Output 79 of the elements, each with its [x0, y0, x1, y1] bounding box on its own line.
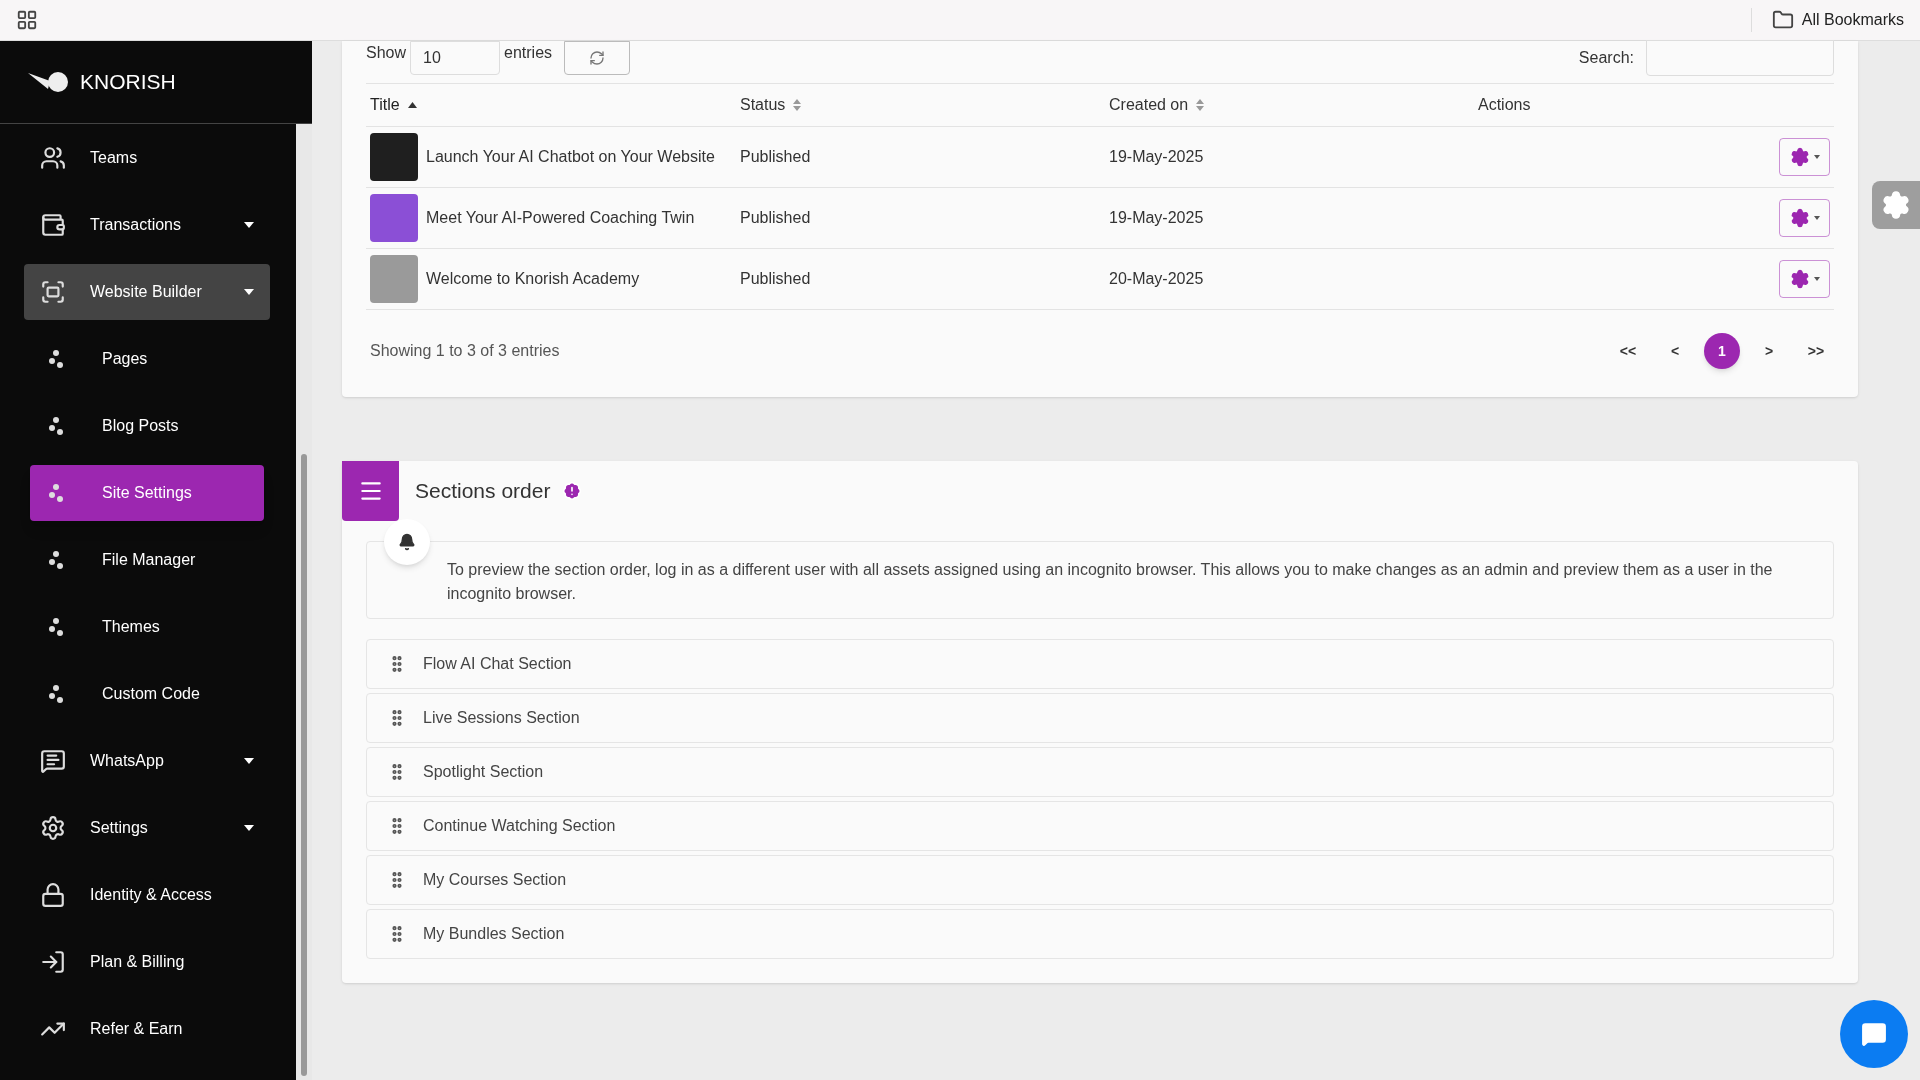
scrollbar-thumb[interactable] — [301, 454, 307, 1076]
pagination-button[interactable]: > — [1751, 333, 1787, 369]
sidebar-item[interactable]: Plan & Billing — [24, 933, 270, 990]
column-header[interactable]: Actions — [1478, 93, 1531, 117]
sidebar-item[interactable]: Settings — [24, 799, 270, 856]
wing-logo-icon — [28, 69, 68, 95]
page-length-field[interactable]: 10 — [410, 41, 501, 75]
column-header[interactable]: Title — [370, 93, 417, 117]
actions-dropdown-button[interactable] — [1779, 260, 1830, 298]
apps-grid-icon[interactable] — [16, 9, 38, 31]
table-cell-text: 19-May-2025 — [1109, 147, 1205, 167]
table-cell-text: 19-May-2025 — [1109, 208, 1205, 228]
bell-icon — [398, 533, 416, 551]
sidebar-item[interactable]: Refer & Earn — [24, 1000, 270, 1057]
actions-dropdown-button[interactable] — [1779, 138, 1830, 176]
sidebar-item[interactable]: WhatsApp — [24, 732, 270, 789]
dots-icon — [48, 415, 66, 436]
section-row[interactable]: Continue Watching Section — [366, 801, 1834, 851]
chat-icon — [40, 747, 66, 774]
pagination-button[interactable]: >> — [1798, 333, 1834, 369]
section-row[interactable]: Spotlight Section — [366, 747, 1834, 797]
table-cell-text: 20-May-2025 — [1109, 269, 1205, 289]
caret-icon — [1813, 277, 1820, 281]
sidebar-subitem[interactable]: Pages — [30, 330, 264, 387]
all-bookmarks-button[interactable]: All Bookmarks — [1771, 8, 1904, 32]
dots-icon — [48, 348, 66, 369]
actions-dropdown-button[interactable] — [1779, 199, 1830, 237]
search-field[interactable] — [1646, 40, 1834, 76]
table-cell-text: Published — [740, 269, 812, 289]
card-title: Sections order — [415, 478, 551, 505]
pagination-button[interactable]: < — [1657, 333, 1693, 369]
folder-icon — [1771, 9, 1794, 31]
section-row[interactable]: My Courses Section — [366, 855, 1834, 905]
search-label: Search: — [1578, 48, 1634, 68]
sidebar-subitem[interactable]: Themes — [30, 598, 264, 655]
pagination-button[interactable]: 1 — [1704, 333, 1740, 369]
table-cell-text: Welcome to Knorish Academy — [426, 269, 640, 289]
sidebar-subitem[interactable]: Site Settings — [30, 464, 264, 521]
settings-tab[interactable] — [1872, 181, 1920, 229]
frame-icon — [40, 278, 66, 305]
login-icon — [40, 948, 66, 975]
refresh-button[interactable] — [564, 41, 631, 75]
sort-icon — [793, 99, 802, 111]
section-row[interactable]: Flow AI Chat Section — [366, 639, 1834, 689]
dots-icon — [48, 482, 66, 503]
table-cell-text: Published — [740, 208, 812, 228]
sidebar-subitem[interactable]: Blog Posts — [30, 397, 264, 454]
wallet-icon — [40, 211, 66, 238]
sidebar-item[interactable]: Website Builder — [24, 263, 270, 320]
sidebar-subitem[interactable]: File Manager — [30, 531, 264, 588]
section-row[interactable]: Live Sessions Section — [366, 693, 1834, 743]
pagination-button[interactable]: << — [1610, 333, 1646, 369]
alert-badge-icon — [562, 481, 583, 501]
table-cell-text: Published — [740, 147, 812, 167]
notice-text: To preview the section order, log in as a different user with all assets assigned using an incognito browser. This allows you to make changes as an admin and preview them as a user in the incognito browser. — [447, 560, 1774, 604]
sort-icon — [1196, 99, 1205, 111]
column-header[interactable]: Created on — [1109, 93, 1205, 117]
lock-icon — [40, 881, 66, 908]
sidebar-subitem[interactable]: Custom Code — [30, 665, 264, 722]
section-row[interactable]: My Bundles Section — [366, 909, 1834, 959]
dots-icon — [48, 549, 66, 570]
people-icon — [40, 144, 66, 171]
caret-icon — [1813, 155, 1820, 159]
column-header[interactable]: Status — [740, 93, 802, 117]
refresh-icon — [589, 50, 606, 66]
sort-ascending-icon — [407, 102, 417, 108]
entries-label: entries — [504, 43, 553, 63]
chat-icon — [1861, 1021, 1887, 1047]
table-cell-text: Launch Your AI Chatbot on Your Website — [426, 147, 715, 167]
entries-info: Showing 1 to 3 of 3 entries — [370, 341, 560, 361]
dots-icon — [48, 616, 66, 637]
show-label: Show — [366, 43, 407, 63]
sidebar-item[interactable]: Identity & Access — [24, 866, 270, 923]
sidebar-item[interactable]: Teams — [24, 129, 270, 186]
dots-icon — [48, 683, 66, 704]
brand-name: KNORISH — [80, 69, 176, 96]
table-cell-text: Meet Your AI-Powered Coaching Twin — [426, 208, 695, 228]
caret-icon — [1813, 216, 1820, 220]
sidebar-item[interactable]: Transactions — [24, 196, 270, 253]
